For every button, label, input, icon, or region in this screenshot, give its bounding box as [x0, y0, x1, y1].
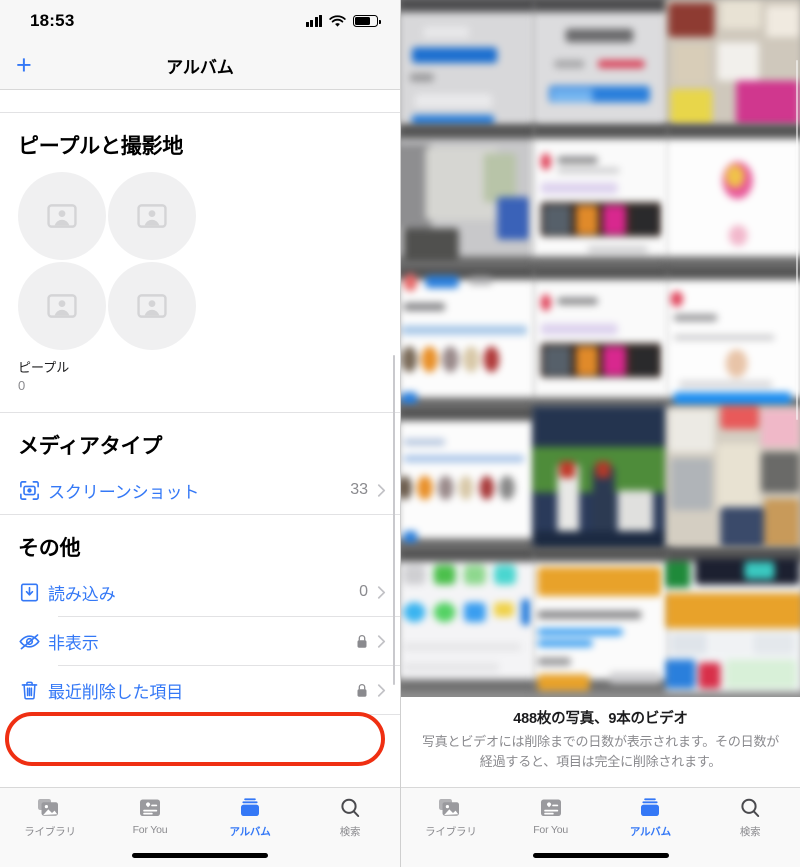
row-value: 0	[359, 583, 368, 601]
cellular-signal-icon	[305, 15, 322, 27]
tab-label: For You	[132, 824, 168, 836]
tab-for-you[interactable]: For You	[100, 796, 200, 836]
chevron-right-icon	[377, 483, 386, 497]
tab-label: ライブラリ	[24, 826, 76, 838]
albums-scroll-area[interactable]: 0 0 0 ピープルと撮影地	[0, 90, 400, 787]
people-album-count: 0	[18, 377, 26, 393]
import-icon	[18, 581, 48, 604]
tab-label: For You	[533, 824, 569, 836]
tab-label: 検索	[339, 826, 361, 838]
photo-thumbnail[interactable]	[401, 406, 536, 551]
vertical-scrollbar[interactable]	[392, 355, 395, 685]
cut-off-previous-row: 0 0 0	[0, 90, 400, 112]
albums-icon	[641, 798, 660, 816]
vertical-scrollbar[interactable]	[795, 60, 798, 420]
summary-count: 488枚の写真、9本のビデオ	[513, 711, 688, 727]
trash-icon	[18, 679, 48, 702]
for-you-icon	[540, 799, 561, 816]
tab-label: アルバム	[629, 826, 671, 838]
screenshot-comparison: 18:53 + アルバム 0 0 0 ピープ	[0, 0, 800, 867]
chevron-right-icon	[377, 634, 386, 648]
row-screenshots[interactable]: スクリーンショット 33	[0, 466, 400, 514]
lock-icon	[356, 634, 368, 649]
person-placeholder-icon	[108, 262, 196, 350]
eye-slash-icon	[18, 630, 48, 653]
status-time: 18:53	[30, 11, 75, 30]
tab-albums[interactable]: アルバム	[601, 796, 701, 839]
tab-bar: ライブラリ For You アルバム 検索	[0, 787, 400, 867]
row-label: スクリーンショット	[48, 482, 200, 502]
battery-icon	[353, 15, 381, 27]
tab-albums[interactable]: アルバム	[200, 796, 300, 839]
photo-thumbnail[interactable]	[401, 265, 536, 410]
tab-library[interactable]: ライブラリ	[0, 796, 100, 839]
photo-thumbnail[interactable]	[665, 124, 800, 269]
photo-thumbnail[interactable]	[665, 0, 800, 128]
wifi-icon	[329, 14, 346, 27]
tab-label: アルバム	[229, 826, 271, 838]
row-recently-deleted[interactable]: 最近削除した項目	[0, 666, 400, 714]
person-placeholder-icon	[18, 172, 106, 260]
navigation-bar: + アルバム	[0, 42, 400, 90]
search-icon	[341, 798, 360, 817]
photo-thumbnail[interactable]	[532, 547, 669, 692]
tab-search[interactable]: 検索	[700, 796, 800, 839]
right-phone-panel: 488枚の写真、9本のビデオ 写真とビデオには削除までの日数が表示されます。その…	[400, 0, 800, 867]
tab-library[interactable]: ライブラリ	[401, 796, 501, 839]
row-divider	[58, 714, 400, 716]
cut-count-2: 0	[207, 90, 215, 94]
screenshot-icon	[18, 479, 48, 502]
cut-count-1: 0	[18, 90, 26, 94]
row-imports[interactable]: 読み込み 0	[0, 568, 400, 616]
row-label: 非表示	[48, 633, 99, 653]
page-title: アルバム	[166, 58, 234, 77]
photo-thumbnail[interactable]	[532, 265, 669, 410]
tab-search[interactable]: 検索	[300, 796, 400, 839]
summary-description: 写真とビデオには削除までの日数が表示されます。その日数が経過すると、項目は完全に…	[421, 734, 780, 769]
people-album-tile[interactable]: ピープル 0	[0, 166, 400, 400]
row-label: 最近削除した項目	[48, 682, 184, 702]
recently-deleted-photo-grid[interactable]	[401, 0, 800, 697]
photos-library-icon	[438, 799, 459, 816]
photo-thumbnail[interactable]	[665, 265, 800, 410]
photo-thumbnail[interactable]	[401, 124, 536, 269]
for-you-icon	[140, 799, 160, 816]
lock-icon	[356, 683, 368, 698]
person-placeholder-icon	[18, 262, 106, 350]
photo-thumbnail[interactable]	[532, 0, 669, 128]
photo-thumbnail[interactable]	[401, 547, 536, 692]
chevron-right-icon	[377, 585, 386, 599]
deleted-items-summary: 488枚の写真、9本のビデオ 写真とビデオには削除までの日数が表示されます。その…	[401, 697, 800, 787]
section-heading-people-places: ピープルと撮影地	[18, 135, 184, 158]
row-label: 読み込み	[48, 584, 116, 604]
section-heading-other: その他	[18, 537, 81, 561]
row-hidden[interactable]: 非表示	[0, 617, 400, 665]
add-album-button[interactable]: +	[16, 52, 32, 79]
left-phone-panel: 18:53 + アルバム 0 0 0 ピープ	[0, 0, 400, 867]
photo-thumbnail[interactable]	[665, 547, 800, 692]
photo-thumbnail[interactable]	[401, 0, 536, 128]
person-placeholder-icon	[108, 172, 196, 260]
home-indicator	[132, 853, 268, 858]
photo-thumbnail[interactable]	[665, 406, 800, 551]
albums-icon	[241, 798, 259, 816]
photo-thumbnail[interactable]	[532, 124, 669, 269]
status-icons	[305, 14, 381, 28]
section-heading-media-types: メディアタイプ	[18, 435, 163, 459]
photo-thumbnail[interactable]	[532, 406, 669, 551]
status-bar: 18:53	[0, 0, 400, 42]
chevron-right-icon	[377, 683, 386, 697]
tab-bar: ライブラリ For You アルバム 検索	[401, 787, 800, 867]
photo-grid	[401, 0, 800, 692]
search-icon	[741, 798, 760, 817]
row-value: 33	[350, 481, 368, 499]
tab-for-you[interactable]: For You	[501, 796, 601, 836]
cut-count-3: 0	[392, 90, 400, 94]
tab-label: ライブラリ	[425, 826, 477, 838]
people-album-label: ピープル	[18, 360, 70, 375]
tab-label: 検索	[739, 826, 761, 838]
photos-library-icon	[38, 799, 58, 816]
home-indicator	[532, 853, 669, 858]
people-thumbnail-grid	[18, 172, 196, 350]
